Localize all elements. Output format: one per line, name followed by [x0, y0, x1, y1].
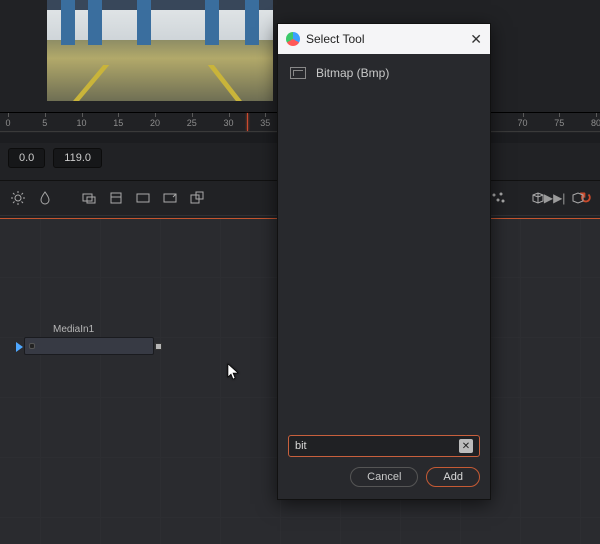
playhead[interactable]: [247, 113, 248, 131]
ruler-label: 10: [76, 118, 86, 128]
clear-search-icon[interactable]: ✕: [459, 439, 473, 453]
ruler-label: 80: [591, 118, 600, 128]
ruler-label: 30: [223, 118, 233, 128]
cancel-button[interactable]: Cancel: [350, 467, 418, 487]
drop-icon[interactable]: [33, 186, 57, 210]
dialog-title: Select Tool: [306, 32, 364, 46]
cube-a-icon[interactable]: [526, 186, 550, 210]
node-mediain1[interactable]: MediaIn1: [24, 337, 154, 355]
ruler-label: 25: [187, 118, 197, 128]
brightness-icon[interactable]: [6, 186, 30, 210]
ruler-label: 0: [5, 118, 10, 128]
viewer-thumbnail[interactable]: [47, 0, 273, 101]
ruler-label: 5: [42, 118, 47, 128]
cube-b-icon[interactable]: [566, 186, 590, 210]
rect-d-icon[interactable]: [158, 186, 182, 210]
ruler-label: 75: [554, 118, 564, 128]
tool-result-list: Bitmap (Bmp): [278, 54, 490, 92]
dialog-titlebar[interactable]: Select Tool ✕: [278, 24, 490, 54]
node-input-port[interactable]: [16, 342, 23, 352]
rect-c-icon[interactable]: [131, 186, 155, 210]
ruler-label: 35: [260, 118, 270, 128]
range-start-input[interactable]: 0.0: [8, 148, 45, 168]
bitmap-icon: [290, 67, 306, 79]
tool-item-label: Bitmap (Bmp): [316, 66, 389, 80]
tool-search-input[interactable]: [295, 440, 459, 452]
app-icon: [286, 32, 300, 46]
close-icon[interactable]: ✕: [470, 31, 482, 48]
select-tool-dialog: Select Tool ✕ Bitmap (Bmp) ✕ Cancel Add: [277, 23, 491, 500]
rect-a-icon[interactable]: [77, 186, 101, 210]
tool-search-field[interactable]: ✕: [288, 435, 480, 457]
range-end-input[interactable]: 119.0: [53, 148, 102, 168]
add-button[interactable]: Add: [426, 467, 480, 487]
rect-e-icon[interactable]: [185, 186, 209, 210]
tool-item-bitmap[interactable]: Bitmap (Bmp): [278, 60, 490, 86]
cursor-pointer-icon: [227, 363, 241, 386]
node-label: MediaIn1: [25, 324, 153, 335]
node-thumb-toggle[interactable]: [29, 343, 35, 349]
node-output-port[interactable]: [155, 343, 162, 350]
ruler-label: 70: [517, 118, 527, 128]
ruler-label: 15: [113, 118, 123, 128]
rect-b-icon[interactable]: [104, 186, 128, 210]
ruler-label: 20: [150, 118, 160, 128]
thumbnail-image: [47, 0, 273, 101]
